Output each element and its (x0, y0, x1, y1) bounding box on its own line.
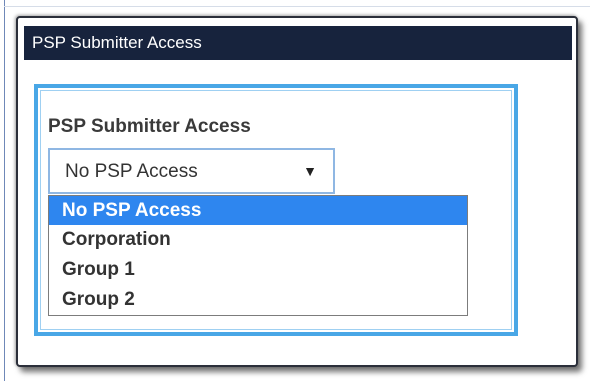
psp-access-dialog: PSP Submitter Access PSP Submitter Acces… (16, 16, 578, 367)
window-edge-top (4, 6, 590, 7)
option-corporation[interactable]: Corporation (49, 225, 467, 254)
option-group-1[interactable]: Group 1 (49, 255, 467, 284)
screenshot-page: PSP Submitter Access PSP Submitter Acces… (0, 0, 590, 381)
psp-access-panel: PSP Submitter Access No PSP Access ▼ No … (34, 84, 518, 336)
dropdown-options: No PSP Access Corporation Group 1 Group … (48, 195, 468, 316)
option-no-psp-access[interactable]: No PSP Access (49, 196, 467, 225)
dialog-title: PSP Submitter Access (24, 26, 572, 60)
option-group-2[interactable]: Group 2 (49, 285, 467, 314)
window-edge (4, 0, 5, 381)
chevron-down-icon[interactable]: ▼ (303, 163, 317, 179)
psp-access-select[interactable]: No PSP Access ▼ (48, 148, 335, 194)
select-current-value: No PSP Access (65, 161, 198, 182)
field-label: PSP Submitter Access (48, 116, 251, 137)
